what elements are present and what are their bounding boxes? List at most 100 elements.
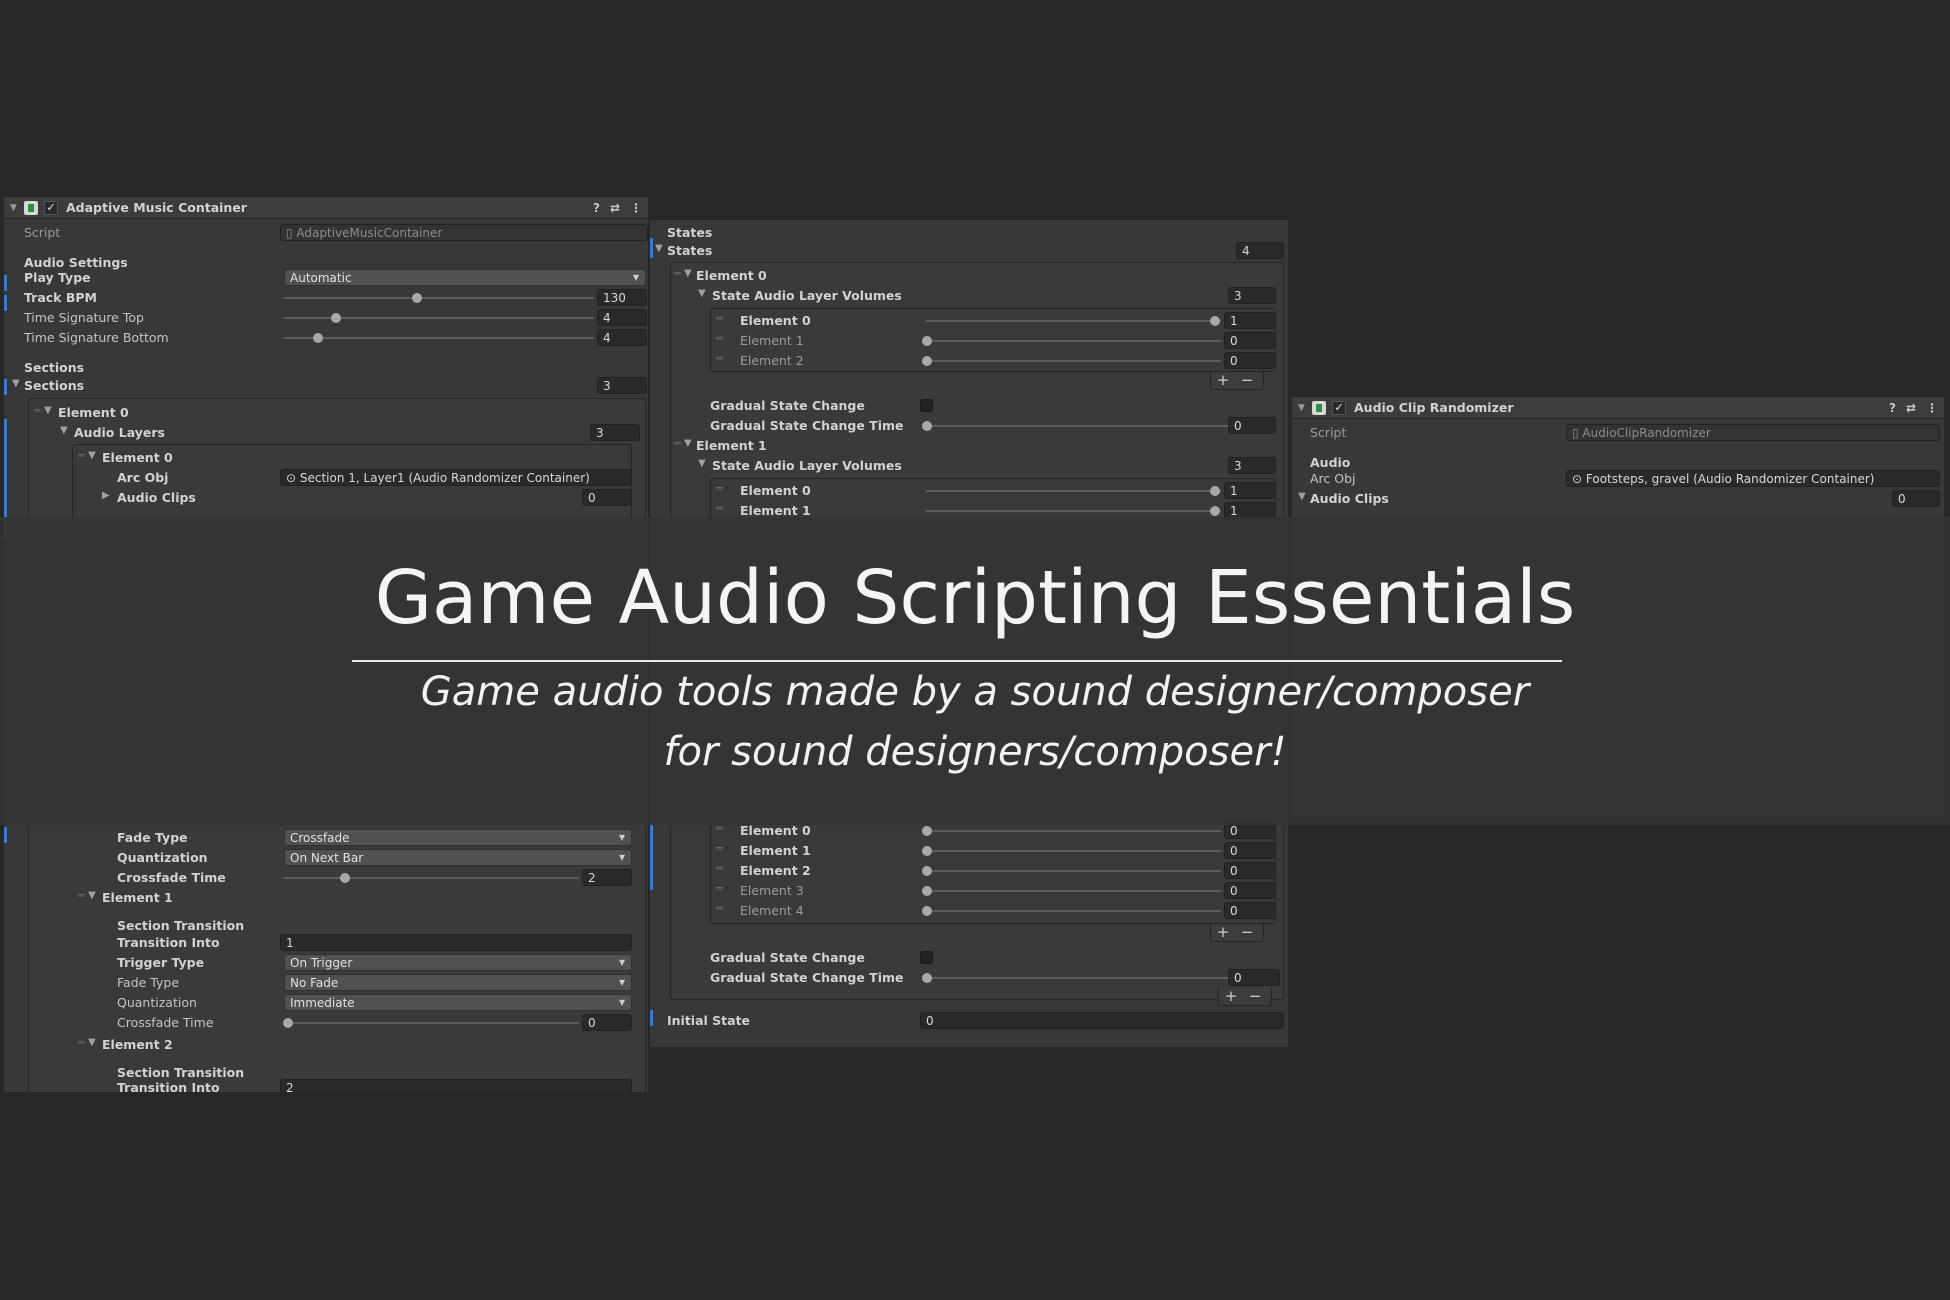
crossfade-time-field[interactable]: 2 [582,869,632,886]
layer0-foldout-icon[interactable]: ▼ [88,450,96,461]
st-element2-foldout-icon[interactable]: ▼ [88,1037,96,1048]
volume-field[interactable]: 1 [1224,312,1276,329]
drag-handle-icon[interactable]: ═ [716,352,723,365]
volume-slider-handle[interactable] [922,866,932,876]
volume-slider-track[interactable] [926,830,1221,832]
volume-slider-handle[interactable] [922,356,932,366]
gradual-state-change-checkbox[interactable] [920,951,933,964]
volumes-count[interactable]: 3 [1228,287,1276,304]
help-icon[interactable]: ? [593,201,600,215]
drag-handle-icon[interactable]: ═ [716,882,723,895]
volume-field[interactable]: 0 [1224,882,1276,899]
crossfade-slider-handle[interactable] [283,1018,293,1028]
volume-slider-handle[interactable] [1210,316,1220,326]
sections-foldout-icon[interactable]: ▼ [12,378,20,389]
initial-state-field[interactable]: 0 [920,1012,1284,1029]
ts-bottom-slider-track[interactable] [284,337,594,339]
volume-field[interactable]: 1 [1224,482,1276,499]
transition-into-field[interactable]: 2 [280,1079,632,1092]
volumes-foldout-icon[interactable]: ▼ [698,288,706,299]
audio-clips-foldout-icon[interactable]: ▼ [1298,491,1306,502]
gradual-time-slider-track[interactable] [926,425,1231,427]
collapse-arrow-icon[interactable]: ▼ [10,203,24,213]
play-type-dropdown[interactable]: Automatic [284,269,646,286]
ts-top-slider-handle[interactable] [331,313,341,323]
st-element1-foldout-icon[interactable]: ▼ [88,890,96,901]
fade-type-dropdown[interactable]: No Fade [284,974,632,991]
arc-obj-field[interactable]: ⊙ Section 1, Layer1 (Audio Randomizer Co… [280,469,632,486]
drag-handle-icon[interactable]: ═ [716,482,723,495]
ts-bottom-field[interactable]: 4 [597,329,647,346]
preset-icon[interactable]: ⇄ [610,201,620,215]
volume-slider-handle[interactable] [922,336,932,346]
volume-slider-handle[interactable] [1210,506,1220,516]
volume-slider-handle[interactable] [1210,486,1220,496]
drag-handle-icon[interactable]: ═ [716,332,723,345]
volume-slider-track[interactable] [926,490,1221,492]
transition-into-field[interactable]: 1 [280,934,632,951]
volume-field[interactable]: 0 [1224,332,1276,349]
drag-handle-icon[interactable]: ═ [716,902,723,915]
bpm-slider-handle[interactable] [412,293,422,303]
state-element-1[interactable]: Element 1 [696,438,767,453]
volume-field[interactable]: 0 [1224,842,1276,859]
help-icon[interactable]: ? [1889,401,1896,415]
remove-button[interactable]: − [1243,988,1267,1004]
gradual-time-field[interactable]: 0 [1228,417,1276,434]
component-header[interactable]: ▼ ✓ Adaptive Music Container ? ⇄ ⋮ [4,197,648,219]
audio-layers-foldout-icon[interactable]: ▼ [60,425,68,436]
bpm-field[interactable]: 130 [597,289,647,306]
more-menu-icon[interactable]: ⋮ [1926,401,1938,415]
enabled-checkbox[interactable]: ✓ [44,200,58,215]
quantization-dropdown[interactable]: On Next Bar [284,849,632,866]
trigger-type-dropdown[interactable]: On Trigger [284,954,632,971]
enabled-checkbox[interactable]: ✓ [1332,400,1346,415]
volume-slider-track[interactable] [926,360,1221,362]
transition-element-1[interactable]: Element 1 [102,890,173,905]
crossfade-time-field[interactable]: 0 [582,1014,632,1031]
layer-element-0[interactable]: Element 0 [102,450,173,465]
gradual-time-slider-handle[interactable] [922,421,932,431]
drag-handle-icon[interactable]: ═ [78,1036,85,1049]
volume-slider-track[interactable] [926,510,1221,512]
quantization-dropdown[interactable]: Immediate [284,994,632,1011]
crossfade-slider-handle[interactable] [340,873,350,883]
crossfade-slider-track[interactable] [284,1022,579,1024]
gradual-time-slider-track[interactable] [926,977,1231,979]
add-button[interactable]: + [1211,372,1235,388]
volume-slider-handle[interactable] [922,886,932,896]
volume-slider-track[interactable] [926,910,1221,912]
drag-handle-icon[interactable]: ═ [716,502,723,515]
gradual-time-field[interactable]: 0 [1228,969,1280,986]
drag-handle-icon[interactable]: ═ [716,842,723,855]
arc-obj-field[interactable]: ⊙ Footsteps, gravel (Audio Randomizer Co… [1566,470,1940,487]
preset-icon[interactable]: ⇄ [1906,401,1916,415]
volume-slider-track[interactable] [926,850,1221,852]
gradual-state-change-checkbox[interactable] [920,399,933,412]
state-element-0[interactable]: Element 0 [696,268,767,283]
fade-type-dropdown[interactable]: Crossfade [284,829,632,846]
states-foldout-icon[interactable]: ▼ [655,243,663,254]
remove-button[interactable]: − [1235,924,1259,940]
add-button[interactable]: + [1211,924,1235,940]
section-element-0[interactable]: Element 0 [58,405,129,420]
sections-count[interactable]: 3 [597,377,647,394]
state1-foldout-icon[interactable]: ▼ [684,438,692,449]
states-count[interactable]: 4 [1236,242,1284,259]
audio-clips-count[interactable]: 0 [582,489,632,506]
state0-foldout-icon[interactable]: ▼ [684,268,692,279]
audio-clips-count[interactable]: 0 [1892,490,1940,507]
drag-handle-icon[interactable]: ═ [34,404,41,417]
volumes-foldout-icon[interactable]: ▼ [698,458,706,469]
collapse-arrow-icon[interactable]: ▼ [1298,403,1312,413]
bpm-slider-track[interactable] [284,297,594,299]
volume-slider-handle[interactable] [922,826,932,836]
component-header[interactable]: ▼ ✓ Audio Clip Randomizer ? ⇄ ⋮ [1292,397,1944,419]
drag-handle-icon[interactable]: ═ [716,862,723,875]
drag-handle-icon[interactable]: ═ [78,889,85,902]
element0-foldout-icon[interactable]: ▼ [44,405,52,416]
add-button[interactable]: + [1219,988,1243,1004]
volume-slider-handle[interactable] [922,846,932,856]
gradual-time-slider-handle[interactable] [922,973,932,983]
audio-layers-count[interactable]: 3 [590,424,640,441]
